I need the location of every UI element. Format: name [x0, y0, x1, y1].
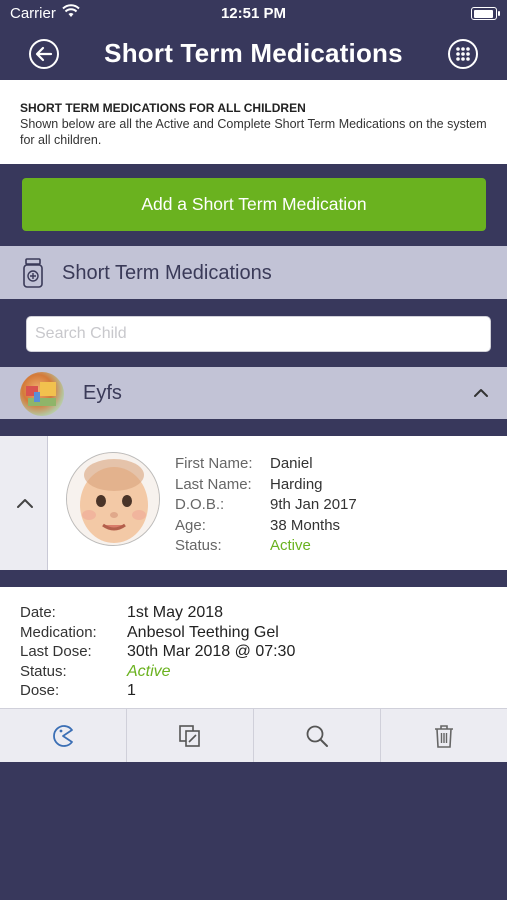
battery-icon [471, 7, 500, 20]
med-status-value: Active [127, 662, 171, 680]
page-title: Short Term Medications [104, 38, 403, 68]
administer-button[interactable] [0, 709, 127, 762]
trash-icon [435, 724, 453, 748]
group-name: Eyfs [83, 382, 122, 404]
edit-button[interactable] [127, 709, 254, 762]
copy-edit-icon [179, 724, 200, 747]
child-card: First Name: Daniel Last Name: Harding D.O.… [0, 436, 507, 570]
medication-value: Anbesol Teething Gel [127, 623, 279, 641]
status-bar: Carrier 12:51 PM [0, 0, 507, 28]
section-title: Short Term Medications [62, 262, 272, 284]
info-panel: SHORT TERM MEDICATIONS FOR ALL CHILDREN … [0, 80, 507, 164]
child-status-label: Status: [175, 537, 222, 554]
search-button[interactable] [254, 709, 381, 762]
clock: 12:51 PM [220, 5, 287, 22]
section-header: Short Term Medications [0, 246, 507, 299]
last-dose-value: 30th Mar 2018 @ 07:30 [127, 643, 296, 660]
first-name-value: Daniel [270, 455, 313, 472]
med-status-label: Status: [20, 662, 67, 680]
chevron-up-icon [17, 499, 33, 508]
age-label: Age: [175, 516, 206, 534]
last-name-value: Harding [270, 475, 323, 493]
info-description: Shown below are all the Active and Compl… [20, 117, 487, 147]
nav-bar: Short Term Medications [0, 28, 507, 80]
dose-value: 1 [127, 682, 136, 699]
child-status-value: Active [270, 537, 311, 554]
dose-label: Dose: [20, 682, 60, 699]
group-header-eyfs[interactable]: Eyfs [0, 367, 507, 419]
grid-menu-icon[interactable] [447, 38, 479, 70]
date-value: 1st May 2018 [127, 604, 224, 621]
group-avatar [20, 372, 64, 416]
search-icon [306, 725, 328, 747]
date-label: Date: [20, 604, 56, 621]
first-name-label: First Name: [175, 455, 253, 472]
delete-button[interactable] [381, 709, 507, 762]
medication-card[interactable]: Date: 1st May 2018 Medication: Anbesol Tee… [0, 587, 507, 708]
search-child-input[interactable] [26, 316, 491, 352]
add-medication-button[interactable]: Add a Short Term Medication [22, 178, 486, 231]
dob-value: 9th Jan 2017 [270, 496, 357, 513]
child-photo [66, 452, 160, 546]
pacman-icon [53, 724, 73, 747]
collapse-child-button[interactable] [0, 436, 48, 570]
last-dose-label: Last Dose: [20, 643, 92, 660]
info-heading: SHORT TERM MEDICATIONS FOR ALL CHILDREN [20, 101, 306, 115]
medication-label: Medication: [20, 623, 97, 641]
chevron-up-icon[interactable] [473, 385, 489, 401]
medicine-bottle-icon [23, 258, 43, 288]
battery-level [473, 9, 494, 18]
dob-label: D.O.B.: [175, 496, 225, 513]
action-toolbar [0, 708, 507, 762]
age-value: 38 Months [270, 516, 341, 534]
child-details: First Name: Daniel Last Name: Harding D.O.… [175, 454, 357, 557]
last-name-label: Last Name: [175, 475, 252, 493]
